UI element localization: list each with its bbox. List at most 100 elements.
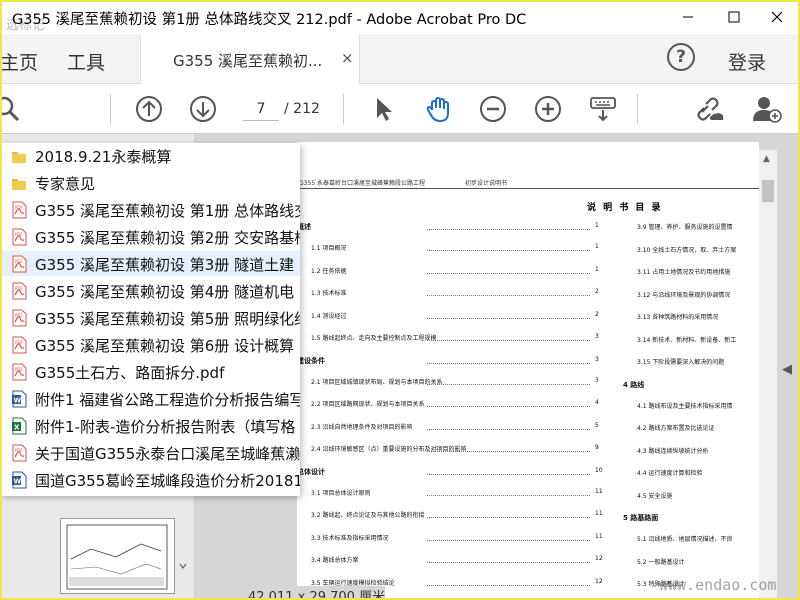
pdf-page[interactable]: G355 永泰葛岭台口溪尾至城峰蕉赖段公路工程 初步设计说明书 说 明 书 目 … xyxy=(297,142,759,600)
toc-leader-dots xyxy=(427,494,590,496)
prev-page-icon[interactable] xyxy=(134,94,164,124)
link-cloud-icon[interactable] xyxy=(696,94,726,124)
minimize-icon xyxy=(683,16,693,18)
svg-text:PDF: PDF xyxy=(15,340,23,345)
toc-leader-dots xyxy=(427,272,590,274)
toc-entry[interactable]: 总体设计 xyxy=(297,467,325,477)
toc-entry[interactable]: 3.15 下阶段需要深入解决的问题 xyxy=(637,357,724,366)
toc-entry[interactable]: 3.10 全线土石方情况，取、弃土方案 xyxy=(637,245,736,254)
zoom-in-icon[interactable] xyxy=(533,94,563,124)
scrollbar-thumb[interactable] xyxy=(762,180,774,202)
toc-entry[interactable]: 3.9 管理、养护、服务设施的设置情 xyxy=(637,222,732,231)
svg-text:X: X xyxy=(14,424,20,432)
toc-leader-dots xyxy=(427,584,590,586)
toc-entry[interactable]: 3.14 新技术、新材料、新设备、新工 xyxy=(637,335,736,344)
keyboard-scroll-icon[interactable] xyxy=(588,94,618,124)
file-list-item[interactable]: W 国道G355葛岭至城峰段造价分析20181 xyxy=(0,467,300,492)
file-name: G355 溪尾至蕉赖初设 第1册 总体路线交 xyxy=(35,202,300,220)
hand-tool-icon[interactable] xyxy=(423,94,453,124)
toc-entry[interactable]: 4.2 路线方案布置及比选论证 xyxy=(637,423,714,432)
toc-page-number: 12 xyxy=(595,555,603,562)
tab-bar: 主页 工具 G355 溪尾至蕉赖初... × ? 登录 xyxy=(0,34,800,84)
toc-entry[interactable]: 建设条件 xyxy=(297,356,325,366)
help-icon[interactable]: ? xyxy=(667,43,695,71)
toc-leader-dots xyxy=(427,317,590,319)
file-list-item[interactable]: PDF G355 溪尾至蕉赖初设 第3册 隧道土建 1 xyxy=(0,251,300,276)
login-button[interactable]: 登录 xyxy=(728,48,766,75)
toc-page-number: 2 xyxy=(595,310,599,318)
page-number-input[interactable] xyxy=(243,97,279,121)
file-list-item[interactable]: PDF G355 溪尾至蕉赖初设 第4册 隧道机电 2 xyxy=(0,278,300,303)
svg-text:PDF: PDF xyxy=(15,286,23,291)
maximize-button[interactable] xyxy=(711,0,757,34)
file-list-item[interactable]: PDF G355土石方、路面拆分.pdf xyxy=(0,359,300,384)
toc-leader-dots xyxy=(427,383,590,385)
toc-leader-dots xyxy=(427,250,590,251)
file-list-item[interactable]: 2018.9.21永泰概算 xyxy=(0,143,300,168)
toc-entry[interactable]: 3.1 项目总体设计原则 xyxy=(311,488,370,497)
toc-entry[interactable]: 3.13 各种筑路材料的采用情况 xyxy=(637,312,718,321)
toc-entry[interactable]: 4.3 路线连续纵坡统计分析 xyxy=(637,446,708,455)
toc-entry[interactable]: 3.12 与沿线环境及景观的协调情况 xyxy=(637,290,730,299)
toc-entry[interactable]: 4 路线 xyxy=(623,380,644,390)
toc-entry[interactable]: 1.1 项目概况 xyxy=(311,243,346,252)
toc-entry[interactable]: 5.2 一般路基设计 xyxy=(637,557,684,566)
thumbnail-scrollbar[interactable] xyxy=(177,518,189,578)
toc-leader-dots xyxy=(427,428,590,430)
file-list-item[interactable]: W 附件1 福建省公路工程造价分析报告编写 xyxy=(0,386,300,411)
file-list-item[interactable]: PDF G355 溪尾至蕉赖初设 第2册 交安路基桥 xyxy=(0,224,300,249)
file-name: 国道G355葛岭至城峰段造价分析20181 xyxy=(35,472,300,490)
toc-entry[interactable]: 2.1 项目区域城镇现状布局、规划与本项目的关系 xyxy=(311,377,442,386)
toc-page-number: 1 xyxy=(595,222,599,229)
toc-entry[interactable]: 2.3 沿线自然地理条件及对项目的影响 xyxy=(311,422,412,431)
toc-entry[interactable]: 1.5 路线起终点、走向及主要控制点及工程规模 xyxy=(311,333,436,342)
file-list-item[interactable]: PDF G355 溪尾至蕉赖初设 第1册 总体路线交 xyxy=(0,197,300,222)
toc-entry[interactable]: 1.3 技术标准 xyxy=(311,288,346,297)
toc-entry[interactable]: 4.5 安全设施 xyxy=(637,491,672,500)
share-user-icon[interactable] xyxy=(752,94,782,124)
zoom-out-icon[interactable] xyxy=(478,94,508,124)
right-pane-collapse-icon[interactable]: ◀ xyxy=(782,362,792,377)
toc-leader-dots xyxy=(427,362,590,364)
toc-leader-dots xyxy=(427,562,590,563)
close-tab-button[interactable]: × xyxy=(341,49,354,67)
toc-entry[interactable]: 3.2 路线起、终点论证及与其他公路的衔接 xyxy=(311,510,424,519)
tab-tools[interactable]: 工具 xyxy=(67,48,105,75)
toc-entry[interactable]: 4.4 运行速度计算和检验 xyxy=(637,468,702,477)
vertical-scrollbar[interactable]: ▲ xyxy=(759,150,777,600)
toc-page-number: 12 xyxy=(595,577,603,585)
toc-entry[interactable]: 3.4 路线总体方案 xyxy=(311,555,358,564)
close-window-button[interactable] xyxy=(754,0,800,34)
toc-entry[interactable]: 2.2 项目区域路网现状、规划与本项目关系 xyxy=(311,399,424,408)
select-cursor-icon[interactable] xyxy=(368,94,398,124)
page-thumbnail[interactable] xyxy=(60,518,175,594)
toc-entry[interactable]: 3.11 占用土地情况及节约用地措施 xyxy=(637,267,730,276)
pdf-file-icon: PDF xyxy=(11,201,27,219)
file-list-item[interactable]: PDF 关于国道G355永泰台口溪尾至城峰蕉濑 xyxy=(0,440,300,465)
toc-entry[interactable]: 3.3 技术标准及指标采用情况 xyxy=(311,533,388,542)
minimize-button[interactable] xyxy=(665,0,711,34)
file-name: G355 溪尾至蕉赖初设 第3册 隧道土建 1 xyxy=(35,256,300,274)
scroll-up-icon[interactable]: ▲ xyxy=(763,154,770,164)
tab-home[interactable]: 主页 xyxy=(0,48,38,75)
toc-entry[interactable]: 4.1 路线布设及主要技术指标采用情 xyxy=(637,401,732,410)
file-list-item[interactable]: X 附件1-附表-造价分析报告附表（填写格 xyxy=(0,413,300,438)
search-icon[interactable] xyxy=(0,94,22,124)
toc-entry[interactable]: 5.1 沿线地质、地层情况描述、不良 xyxy=(637,534,732,543)
document-tab[interactable]: G355 溪尾至蕉赖初... × xyxy=(140,34,360,84)
toc-page-number: 4 xyxy=(595,399,599,406)
toc-entry[interactable]: 1.4 测设经过 xyxy=(311,311,346,320)
toc-entry[interactable]: 1.2 任务依据 xyxy=(311,266,346,275)
next-page-icon[interactable] xyxy=(188,94,218,124)
file-list-item[interactable]: PDF G355 溪尾至蕉赖初设 第6册 设计概算 1 xyxy=(0,332,300,357)
toolbar-separator xyxy=(110,94,111,124)
file-list-item[interactable]: 专家意见 xyxy=(0,170,300,195)
file-list-item[interactable]: PDF G355 溪尾至蕉赖初设 第5册 照明绿化绝 xyxy=(0,305,300,330)
toc-entry[interactable]: 5 路基路面 xyxy=(623,513,658,523)
toc-page-number: 1 xyxy=(595,243,599,250)
document-tab-label: G355 溪尾至蕉赖初... xyxy=(173,52,323,70)
window-title: G355 溪尾至蕉赖初设 第1册 总体路线交叉 212.pdf - Adobe … xyxy=(12,12,527,28)
folder-icon xyxy=(11,174,27,192)
excel-file-icon: X xyxy=(11,417,27,435)
file-name: 附件1 福建省公路工程造价分析报告编写 xyxy=(35,391,300,409)
